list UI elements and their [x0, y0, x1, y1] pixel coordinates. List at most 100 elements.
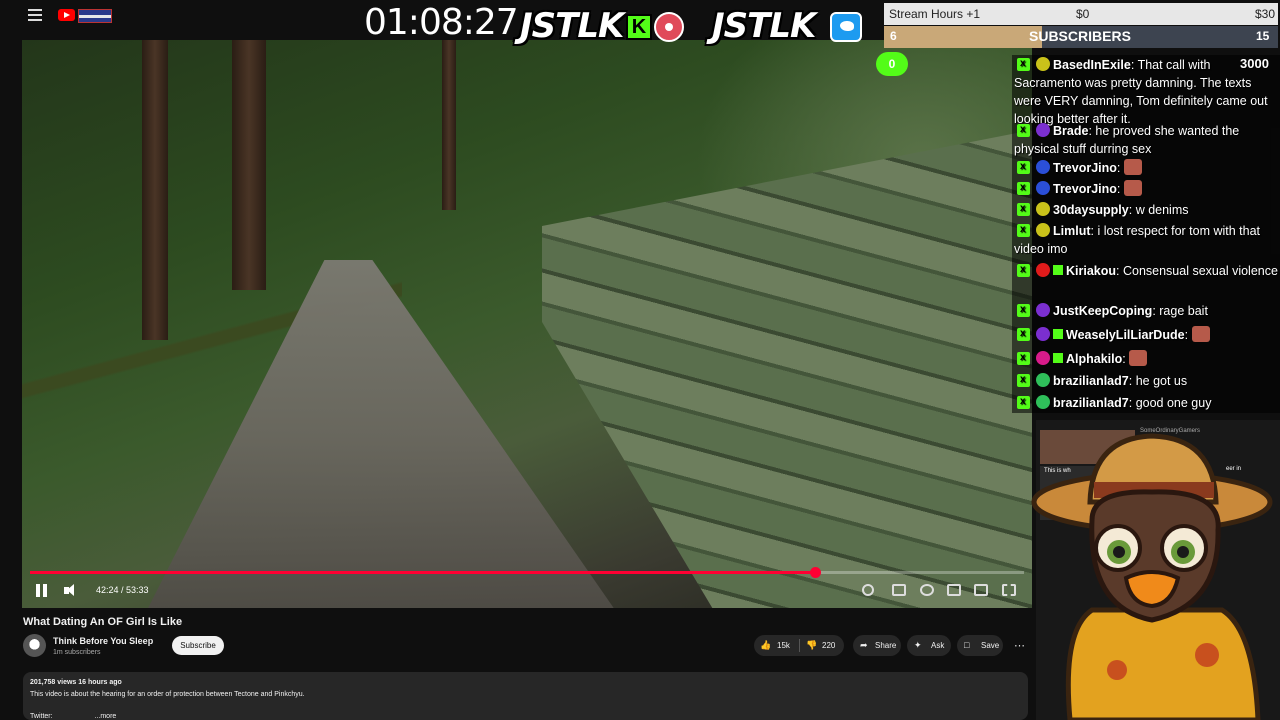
- tree-trunk: [232, 40, 266, 290]
- user-badge-icon: [1036, 373, 1050, 387]
- chat-emote-icon: [1123, 159, 1142, 175]
- like-count[interactable]: 15k: [777, 641, 790, 650]
- right-pupil: [1177, 546, 1189, 558]
- thumbs-up-icon[interactable]: 👍: [760, 640, 771, 651]
- subtitles-icon[interactable]: [892, 584, 906, 596]
- chat-message: Kiriakou: Consensual sexual violence: [1014, 261, 1280, 280]
- chat-emote-icon: [1129, 350, 1148, 366]
- user-badge-icon: [1036, 57, 1050, 71]
- chat-message: 30daysupply: w denims: [1014, 200, 1280, 219]
- chat-username[interactable]: Kiriakou: [1066, 264, 1116, 278]
- subscribers-goal-target: 15: [1256, 29, 1270, 43]
- user-badge-icon: [1036, 303, 1050, 317]
- kick-badge-icon: [1017, 393, 1030, 411]
- channel-avatar[interactable]: [23, 634, 46, 657]
- chat-username[interactable]: TrevorJino: [1053, 182, 1117, 196]
- chat-username[interactable]: brazilianlad7: [1053, 374, 1129, 388]
- chat-message: WeaselyLilLiarDude:: [1014, 325, 1280, 344]
- chat-username[interactable]: WeaselyLilLiarDude: [1066, 328, 1185, 342]
- stream-hours-max: $30: [1255, 7, 1276, 21]
- kick-badge-icon: [1017, 200, 1030, 218]
- chat-text: he got us: [1135, 374, 1188, 388]
- kick-badge-icon: [1017, 325, 1030, 343]
- chat-message: Alphakilo:: [1014, 349, 1280, 368]
- views-and-date: 201,758 views 16 hours ago: [30, 679, 122, 686]
- kick-badge-icon: [1017, 261, 1030, 279]
- hawaiian-shirt: [1065, 607, 1261, 720]
- kick-badge-icon: [1017, 301, 1030, 319]
- miniplayer-icon[interactable]: [947, 584, 961, 596]
- fullscreen-icon[interactable]: [1002, 584, 1016, 596]
- chat-message: brazilianlad7: good one guy: [1014, 393, 1280, 412]
- chat-message: JustKeepCoping: rage bait: [1014, 301, 1280, 320]
- record-icon: [654, 12, 684, 42]
- subscribers-goal-title: SUBSCRIBERS: [1029, 28, 1131, 44]
- chat-username[interactable]: BasedInExile: [1053, 58, 1131, 72]
- pause-icon[interactable]: [36, 584, 48, 597]
- chat-emote-icon: [1191, 326, 1210, 342]
- video-title: What Dating An OF Girl Is Like: [23, 616, 183, 628]
- chat-separator: :: [1116, 161, 1124, 175]
- settings-gear-icon[interactable]: [920, 584, 934, 596]
- chat-separator: :: [1130, 58, 1138, 72]
- subscribers-current: 6: [890, 29, 897, 43]
- stone-wall: [542, 130, 1032, 608]
- chat-text: w denims: [1135, 203, 1189, 217]
- chat-username[interactable]: Alphakilo: [1066, 352, 1122, 366]
- dislike-count[interactable]: 220: [822, 641, 835, 650]
- chat-separator: :: [1116, 264, 1123, 278]
- description-text: This video is about the hearing for an o…: [30, 691, 305, 698]
- chat-username[interactable]: Brade: [1053, 124, 1088, 138]
- more-link[interactable]: ...more: [95, 713, 117, 720]
- kick-badge-icon: [1017, 371, 1030, 389]
- chat-separator: :: [1116, 182, 1124, 196]
- shirt-flower: [1195, 643, 1219, 667]
- chat-username[interactable]: JustKeepCoping: [1053, 304, 1152, 318]
- user-badge-icon: [1036, 351, 1050, 365]
- thumbs-down-icon[interactable]: 👎: [806, 640, 817, 651]
- youtube-logo-icon[interactable]: [58, 9, 75, 21]
- subscribe-button[interactable]: Subscribe: [172, 636, 224, 655]
- user-badge-icon: [1036, 223, 1050, 237]
- progress-fill: [30, 571, 815, 574]
- counter-value: 3000: [1240, 56, 1269, 71]
- kick-badge-icon: [1017, 55, 1030, 73]
- channel-name[interactable]: Think Before You Sleep: [53, 636, 153, 646]
- chat-username[interactable]: Limlut: [1053, 224, 1091, 238]
- twitter-label: Twitter:: [30, 713, 53, 720]
- volume-icon[interactable]: [64, 584, 80, 597]
- chat-separator: :: [1128, 374, 1136, 388]
- tree-trunk: [442, 40, 456, 210]
- stream-timer: 01:08:27: [364, 2, 519, 43]
- subscriber-badge-icon: [1053, 329, 1063, 339]
- kick-badge-icon: [1017, 221, 1030, 239]
- user-badge-icon: [1036, 123, 1050, 137]
- cast-icon[interactable]: [974, 584, 988, 596]
- video-player[interactable]: [22, 40, 1032, 608]
- chat-message: brazilianlad7: he got us: [1014, 371, 1280, 390]
- subscriber-badge-icon: [1053, 265, 1063, 275]
- flag-icon: [78, 9, 112, 23]
- chat-message: Limlut: i lost respect for tom with that…: [1014, 221, 1280, 258]
- bookmark-icon: □: [964, 640, 970, 650]
- autoplay-icon[interactable]: [862, 584, 874, 596]
- counter-pill: 0: [876, 52, 908, 76]
- chat-text: i lost respect for tom with that video i…: [1014, 224, 1261, 256]
- chat-text: good one guy: [1135, 396, 1212, 410]
- chat-separator: :: [1184, 328, 1192, 342]
- chat-username[interactable]: brazilianlad7: [1053, 396, 1129, 410]
- subscribers-goal-fill: [884, 26, 1042, 48]
- chat-username[interactable]: TrevorJino: [1053, 161, 1117, 175]
- user-badge-icon: [1036, 202, 1050, 216]
- user-badge-icon: [1036, 181, 1050, 195]
- progress-knob[interactable]: [810, 567, 821, 578]
- streamer-mascot: [1031, 433, 1273, 720]
- shirt-flower: [1107, 660, 1127, 680]
- chat-separator: :: [1122, 352, 1130, 366]
- chat-username[interactable]: 30daysupply: [1053, 203, 1129, 217]
- chat-message: Brade: he proved she wanted the physical…: [1014, 121, 1280, 158]
- kick-badge-icon: [1017, 349, 1030, 367]
- stream-hours-min: $0: [1076, 7, 1090, 21]
- menu-icon[interactable]: [28, 9, 42, 21]
- user-badge-icon: [1036, 327, 1050, 341]
